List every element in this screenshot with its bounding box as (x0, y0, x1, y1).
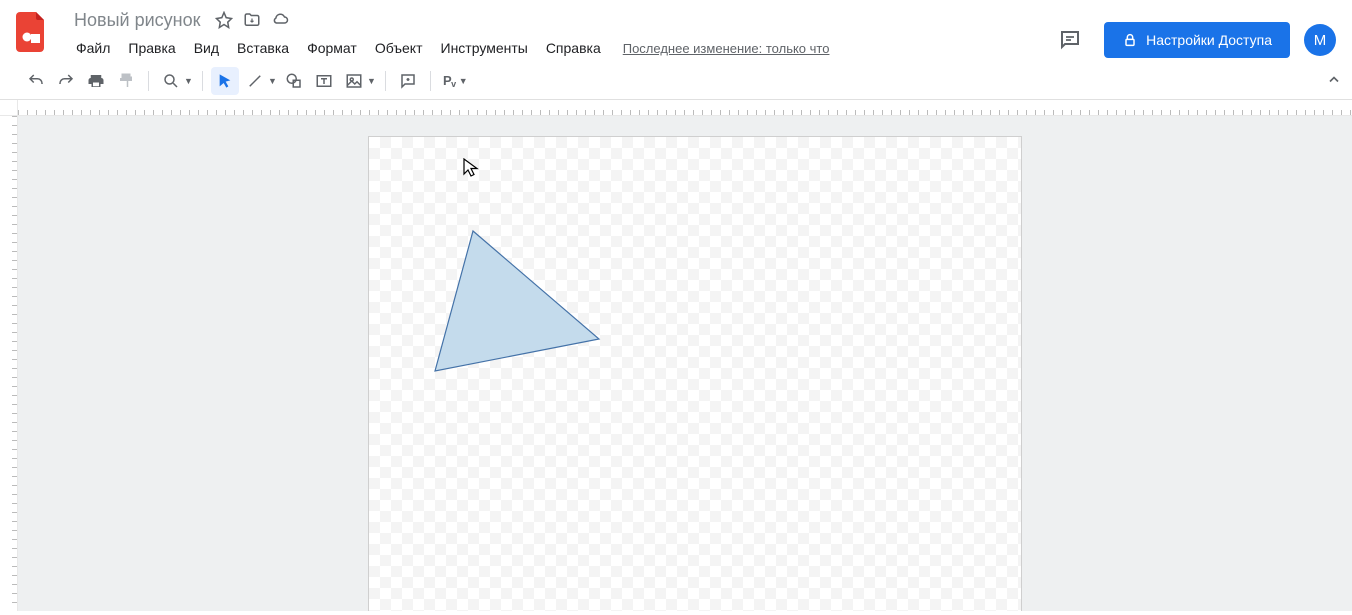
toolbar-separator (148, 71, 149, 91)
menubar: Файл Правка Вид Вставка Формат Объект Ин… (68, 34, 1050, 62)
comment-tool[interactable] (394, 67, 422, 95)
document-title[interactable]: Новый рисунок (68, 8, 206, 33)
workspace (0, 100, 1352, 611)
menu-object[interactable]: Объект (367, 36, 431, 60)
cloud-status-icon[interactable] (270, 10, 290, 30)
account-avatar[interactable]: M (1304, 24, 1336, 56)
menu-view[interactable]: Вид (186, 36, 227, 60)
variables-dropdown-icon[interactable]: ▼ (459, 76, 469, 86)
menu-file[interactable]: Файл (68, 36, 118, 60)
toolbar: ▼ ▼ ▼ Pv ▼ (0, 62, 1352, 100)
app-logo[interactable] (16, 8, 56, 56)
toolbar-separator (202, 71, 203, 91)
triangle-shape[interactable] (435, 231, 599, 371)
undo-button[interactable] (22, 67, 50, 95)
canvas-area[interactable] (18, 116, 1352, 611)
zoom-dropdown-icon[interactable]: ▼ (184, 76, 194, 86)
menu-help[interactable]: Справка (538, 36, 609, 60)
ruler-vertical[interactable] (0, 116, 18, 611)
collapse-toolbar-icon[interactable] (1322, 67, 1346, 94)
toolbar-separator (385, 71, 386, 91)
share-button[interactable]: Настройки Доступа (1104, 22, 1290, 58)
line-dropdown-icon[interactable]: ▼ (268, 76, 278, 86)
lock-icon (1122, 32, 1138, 48)
select-tool[interactable] (211, 67, 239, 95)
ruler-corner (0, 100, 18, 116)
ruler-horizontal[interactable] (18, 100, 1352, 116)
last-edit-link[interactable]: Последнее изменение: только что (623, 41, 830, 56)
zoom-button[interactable] (157, 67, 185, 95)
shape-tool[interactable] (280, 67, 308, 95)
share-button-label: Настройки Доступа (1146, 32, 1272, 48)
redo-button[interactable] (52, 67, 80, 95)
variables-tool[interactable]: Pv (439, 67, 460, 95)
textbox-tool[interactable] (310, 67, 338, 95)
image-dropdown-icon[interactable]: ▼ (367, 76, 377, 86)
drawing-canvas[interactable] (368, 136, 1022, 611)
menu-format[interactable]: Формат (299, 36, 365, 60)
print-button[interactable] (82, 67, 110, 95)
menu-edit[interactable]: Правка (120, 36, 183, 60)
comments-icon[interactable] (1050, 20, 1090, 60)
toolbar-separator (430, 71, 431, 91)
image-tool[interactable] (340, 67, 368, 95)
menu-insert[interactable]: Вставка (229, 36, 297, 60)
menu-tools[interactable]: Инструменты (433, 36, 536, 60)
star-icon[interactable] (214, 10, 234, 30)
move-folder-icon[interactable] (242, 10, 262, 30)
paint-format-button (112, 67, 140, 95)
line-tool[interactable] (241, 67, 269, 95)
